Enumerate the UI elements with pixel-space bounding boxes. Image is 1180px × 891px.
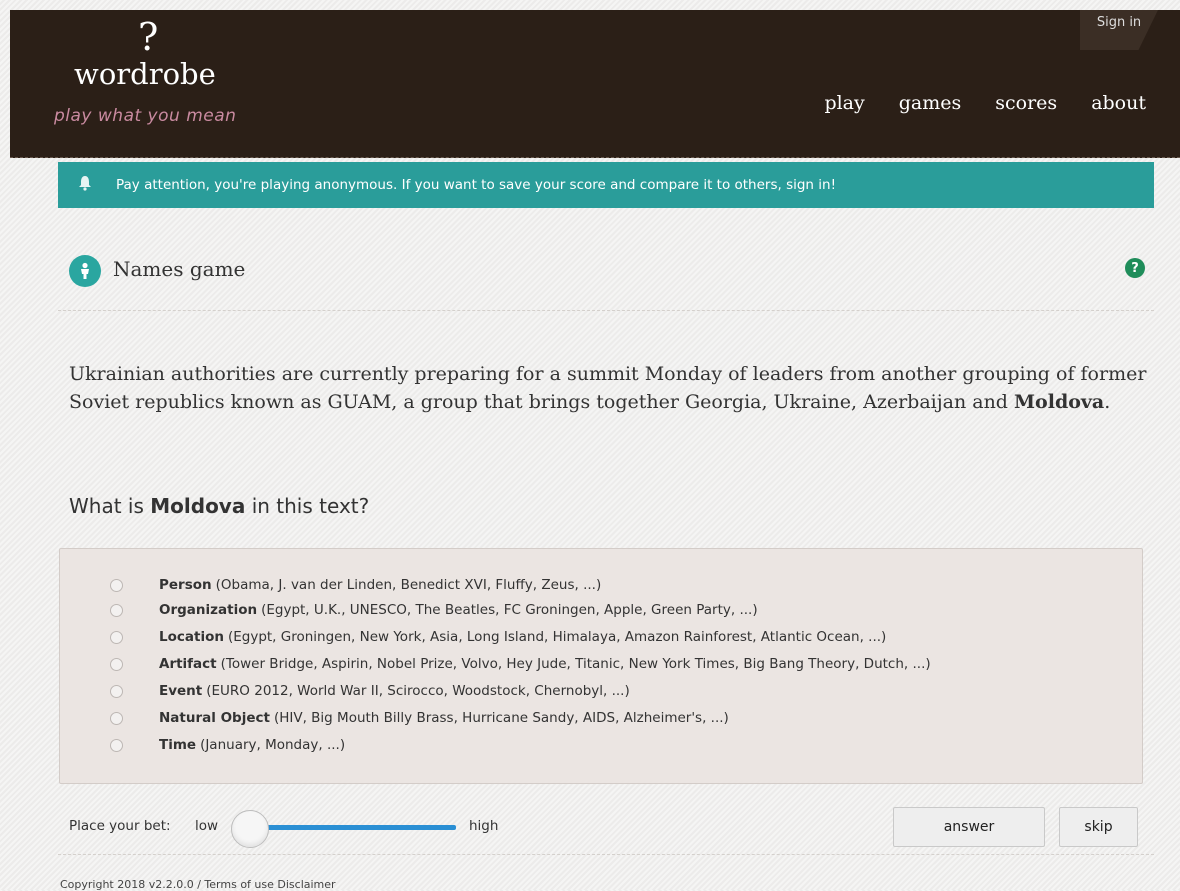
- nav-scores[interactable]: scores: [995, 92, 1057, 114]
- option-examples: (Egypt, Groningen, New York, Asia, Long …: [227, 629, 887, 645]
- bell-icon: [78, 175, 94, 195]
- passage-text: Ukrainian authorities are currently prep…: [69, 360, 1149, 416]
- bet-label: Place your bet:: [69, 818, 171, 834]
- question-before: What is: [69, 494, 151, 518]
- option-label: Person: [159, 577, 212, 593]
- option-examples: (January, Monday, ...): [200, 737, 346, 753]
- nav-play[interactable]: play: [824, 92, 864, 114]
- option-label: Artifact: [159, 656, 217, 672]
- option-examples: (Tower Bridge, Aspirin, Nobel Prize, Vol…: [220, 656, 931, 672]
- option-examples: (EURO 2012, World War II, Scirocco, Wood…: [206, 683, 630, 699]
- footer-text: Copyright 2018 v2.2.0.0 / Terms of use D…: [60, 878, 336, 891]
- alert-text: Pay attention, you're playing anonymous.…: [116, 177, 837, 193]
- option-label: Location: [159, 629, 224, 645]
- radio-button[interactable]: [110, 684, 123, 698]
- option-organization[interactable]: Organization (Egypt, U.K., UNESCO, The B…: [110, 599, 758, 621]
- skip-button[interactable]: skip: [1059, 807, 1138, 847]
- options-box: Person (Obama, J. van der Linden, Benedi…: [59, 548, 1143, 784]
- bet-high-label: high: [469, 818, 499, 834]
- option-label: Time: [159, 737, 197, 753]
- radio-button[interactable]: [110, 711, 123, 725]
- main-nav: play games scores about: [824, 92, 1146, 114]
- question-icon[interactable]: ?: [1125, 258, 1145, 278]
- option-time[interactable]: Time (January, Monday, ...): [110, 734, 345, 756]
- person-icon: [69, 255, 101, 287]
- answer-button[interactable]: answer: [893, 807, 1045, 847]
- option-event[interactable]: Event (EURO 2012, World War II, Scirocco…: [110, 680, 630, 702]
- logo-mark[interactable]: ?: [138, 18, 158, 56]
- nav-games[interactable]: games: [899, 92, 962, 114]
- option-label: Organization: [159, 602, 258, 618]
- game-title: Names game: [113, 257, 246, 281]
- option-artifact[interactable]: Artifact (Tower Bridge, Aspirin, Nobel P…: [110, 653, 931, 675]
- option-location[interactable]: Location (Egypt, Groningen, New York, As…: [110, 626, 886, 648]
- question-after: in this text?: [245, 494, 370, 518]
- option-label: Natural Object: [159, 710, 270, 726]
- bet-slider-knob[interactable]: [231, 810, 269, 848]
- passage-after: .: [1104, 391, 1111, 413]
- radio-button[interactable]: [110, 630, 123, 644]
- bet-low-label: low: [195, 818, 219, 834]
- radio-button[interactable]: [110, 738, 123, 752]
- logo-text[interactable]: wordrobe: [74, 60, 216, 89]
- passage-before: Ukrainian authorities are currently prep…: [69, 363, 1147, 413]
- radio-button[interactable]: [110, 578, 123, 592]
- question-term: Moldova: [150, 494, 246, 518]
- bet-slider-track[interactable]: [246, 825, 456, 830]
- option-label: Event: [159, 683, 203, 699]
- radio-button[interactable]: [110, 603, 123, 617]
- option-examples: (Obama, J. van der Linden, Benedict XVI,…: [215, 577, 602, 593]
- logo-tagline: play what you mean: [54, 106, 237, 126]
- divider: [58, 854, 1154, 855]
- anonymous-alert: Pay attention, you're playing anonymous.…: [58, 162, 1154, 208]
- option-examples: (HIV, Big Mouth Billy Brass, Hurricane S…: [273, 710, 729, 726]
- option-examples: (Egypt, U.K., UNESCO, The Beatles, FC Gr…: [261, 602, 758, 618]
- option-natural-object[interactable]: Natural Object (HIV, Big Mouth Billy Bra…: [110, 707, 729, 729]
- divider: [58, 310, 1154, 311]
- question-heading: What is Moldova in this text?: [69, 494, 369, 518]
- radio-button[interactable]: [110, 657, 123, 671]
- sign-in-link[interactable]: Sign in: [1080, 10, 1158, 50]
- passage-highlight: Moldova: [1014, 391, 1105, 413]
- nav-about[interactable]: about: [1091, 92, 1146, 114]
- option-person[interactable]: Person (Obama, J. van der Linden, Benedi…: [110, 574, 601, 596]
- site-header: ? wordrobe play what you mean Sign in pl…: [10, 10, 1180, 158]
